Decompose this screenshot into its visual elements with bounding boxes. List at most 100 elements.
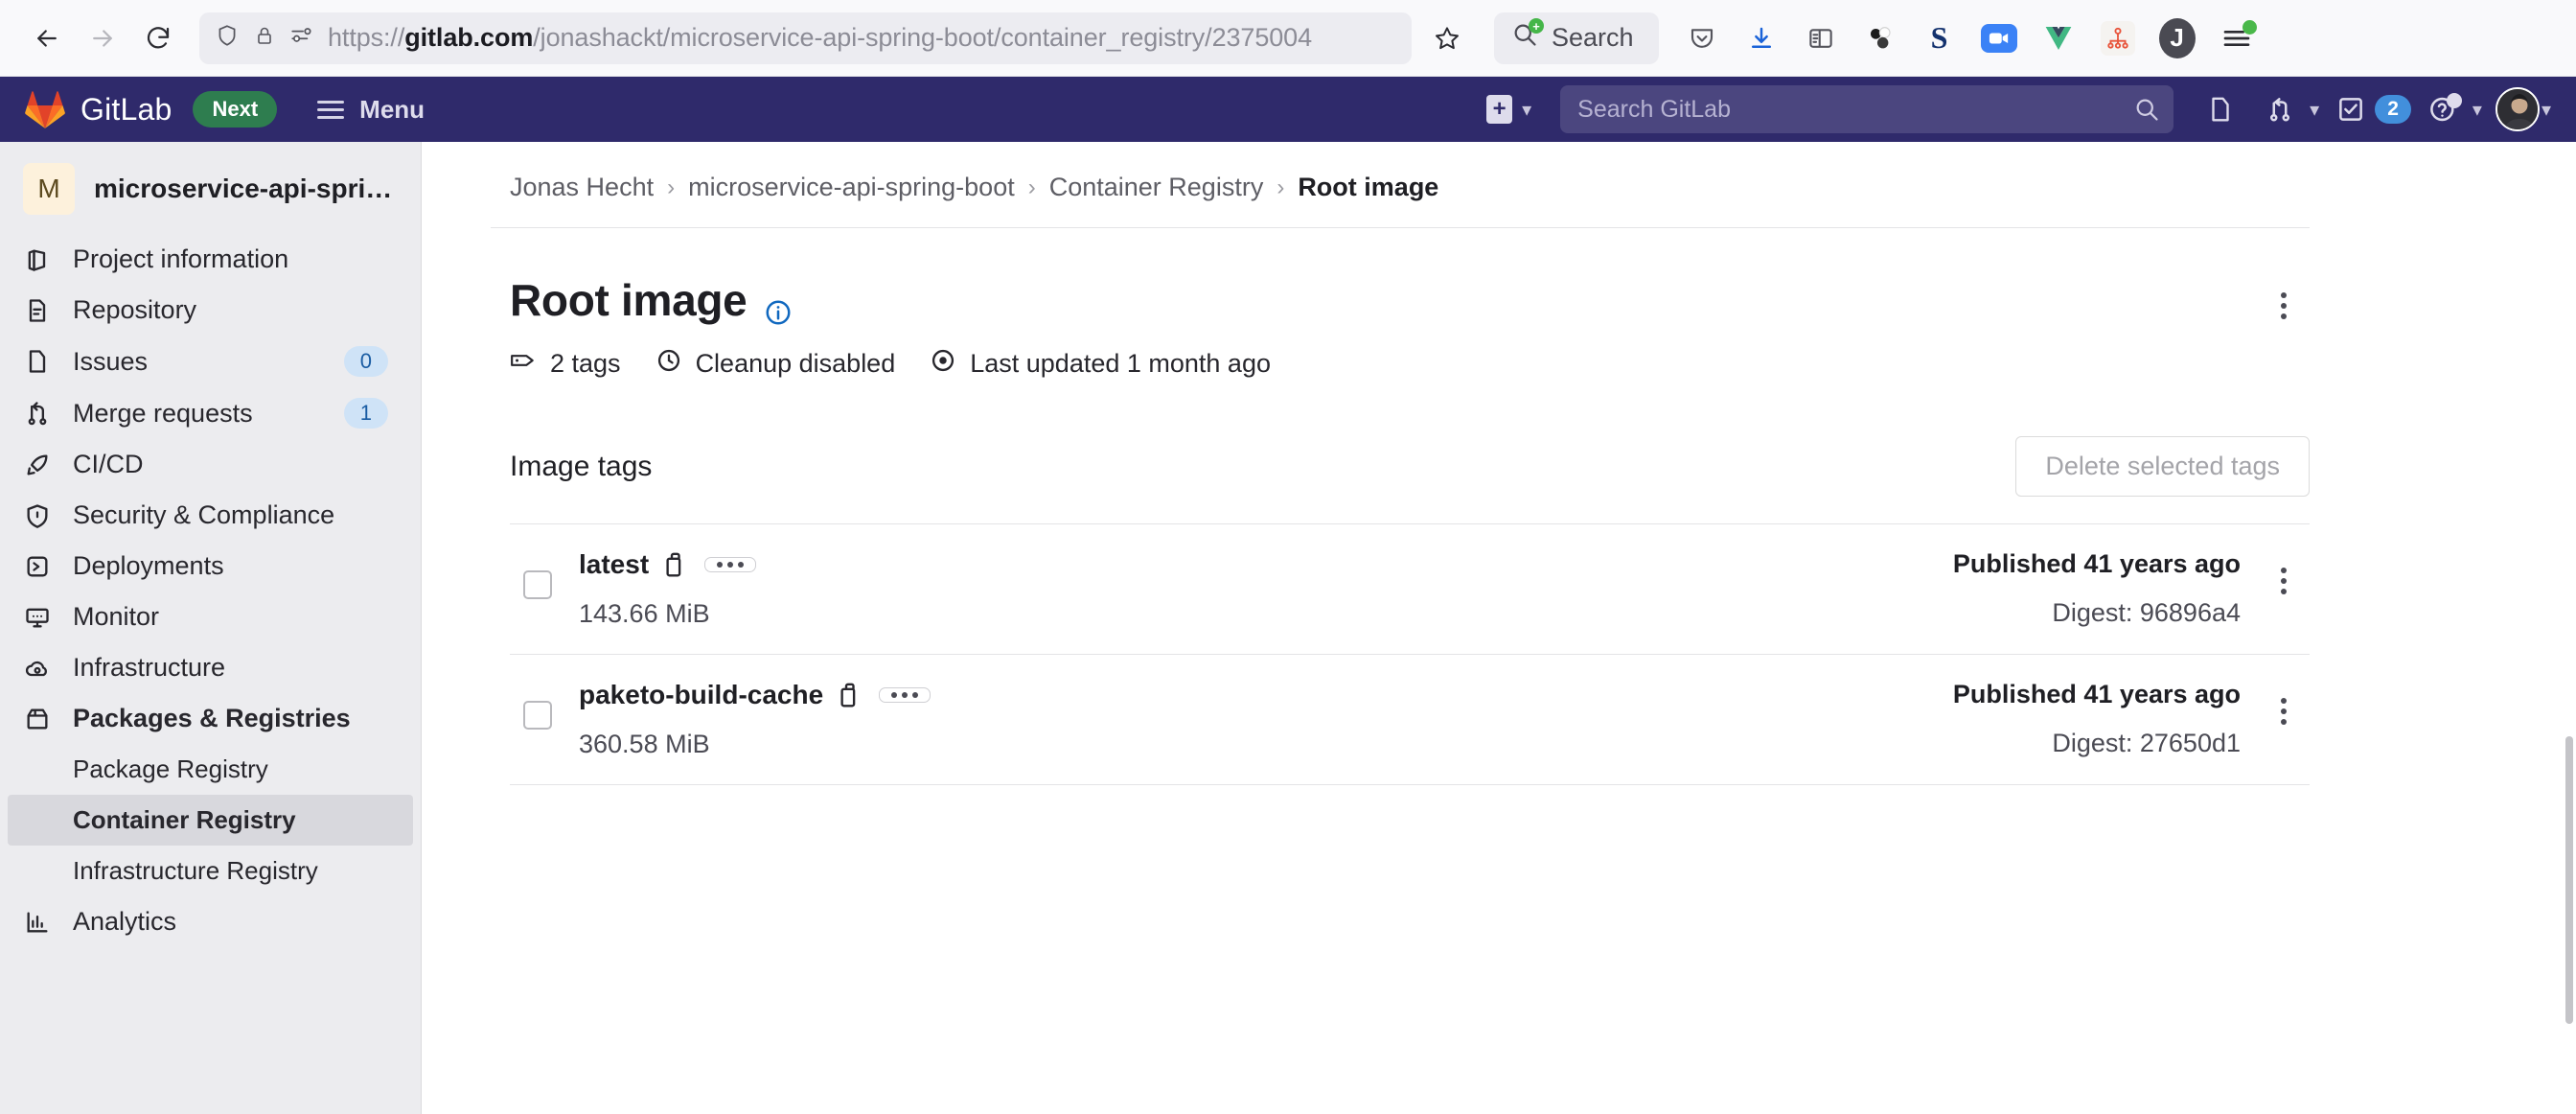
todos-nav-button[interactable]: 2 <box>2323 81 2411 137</box>
tag-select-checkbox[interactable] <box>523 570 552 599</box>
tag-more-info-badge[interactable] <box>879 687 932 703</box>
todo-count-badge: 2 <box>2375 95 2411 124</box>
gitlab-search-input[interactable] <box>1577 95 2134 124</box>
tag-size-label: 143.66 MiB <box>579 599 710 628</box>
tag-actions-menu[interactable] <box>2258 685 2310 737</box>
breadcrumb-item-container-registry[interactable]: Container Registry <box>1049 173 1264 202</box>
sidebar-item-packages-registries[interactable]: Packages & Registries <box>0 693 421 744</box>
star-icon[interactable] <box>1421 12 1473 64</box>
breadcrumb-item-project[interactable]: microservice-api-spring-boot <box>688 173 1015 202</box>
sidebar-item-security-compliance[interactable]: Security & Compliance <box>0 490 421 541</box>
merge-requests-count-badge: 1 <box>343 398 388 429</box>
image-metadata: 2 tags Cleanup disabled Last updated 1 m… <box>510 347 2258 381</box>
copy-icon[interactable] <box>839 681 863 709</box>
project-sidebar: M microservice-api-spri… Project informa… <box>0 142 422 1114</box>
zoom-extension-icon[interactable] <box>1973 12 2025 64</box>
image-tags-title: Image tags <box>510 450 653 482</box>
sidebar-subitem-label: Infrastructure Registry <box>73 856 318 885</box>
url-host: gitlab.com <box>404 23 534 52</box>
sidebar-item-repository[interactable]: Repository <box>0 285 421 336</box>
hamburger-icon <box>317 100 345 119</box>
breadcrumb-item-current: Root image <box>1298 173 1439 201</box>
breadcrumb-item-owner[interactable]: Jonas Hecht <box>510 173 654 202</box>
reload-icon[interactable] <box>132 12 184 64</box>
url-path: /jonashackt/microservice-api-spring-boot… <box>533 23 1312 52</box>
image-actions-menu[interactable] <box>2258 280 2310 332</box>
last-updated-meta: Last updated 1 month ago <box>930 347 1271 381</box>
issues-nav-button[interactable] <box>2193 81 2248 137</box>
tag-name-label: latest <box>579 549 650 579</box>
browser-search-box[interactable]: + Search <box>1494 12 1659 64</box>
sidebar-item-infrastructure-registry[interactable]: Infrastructure Registry <box>0 846 421 896</box>
scrollbar-thumb[interactable] <box>2565 736 2573 1024</box>
pocket-icon[interactable] <box>1676 12 1728 64</box>
vue-devtools-icon[interactable] <box>2033 12 2084 64</box>
update-dot-icon <box>2242 19 2257 35</box>
sidebar-item-container-registry[interactable]: Container Registry <box>8 795 413 846</box>
shield-icon <box>215 22 240 54</box>
sidebar-subitem-label: Package Registry <box>73 754 268 783</box>
search-icon <box>2136 99 2158 121</box>
sidebar-item-label: Repository <box>73 295 197 324</box>
tag-name-label: paketo-build-cache <box>579 680 824 709</box>
shield-icon <box>23 501 52 530</box>
download-icon[interactable] <box>1736 12 1787 64</box>
sidebar-icon[interactable] <box>1795 12 1847 64</box>
tag-size-label: 360.58 MiB <box>579 730 710 758</box>
sidebar-item-label: Security & Compliance <box>73 500 335 529</box>
main-menu-button[interactable]: Menu <box>317 95 425 125</box>
gitlab-search-box[interactable] <box>1560 85 2174 133</box>
app-menu-icon[interactable] <box>2211 12 2263 64</box>
search-add-badge: + <box>1529 18 1544 34</box>
sidebar-item-analytics[interactable]: Analytics <box>0 896 421 947</box>
main-content: Jonas Hecht › microservice-api-spring-bo… <box>422 142 2576 1114</box>
sidebar-item-monitor[interactable]: Monitor <box>0 592 421 642</box>
sidebar-item-project-information[interactable]: Project information <box>0 234 421 285</box>
info-icon[interactable] <box>764 286 793 325</box>
tag-actions-menu[interactable] <box>2258 555 2310 607</box>
chevron-right-icon: › <box>1027 174 1036 200</box>
create-new-button[interactable]: + ▾ <box>1477 95 1541 124</box>
sidebar-item-merge-requests[interactable]: Merge requests 1 <box>0 387 421 439</box>
chevron-down-icon: ▾ <box>1522 99 1532 121</box>
git-graph-extension-icon[interactable] <box>2092 12 2144 64</box>
help-icon <box>2415 81 2471 137</box>
gitlab-brand[interactable]: GitLab Next <box>25 89 278 129</box>
sidebar-item-infrastructure[interactable]: Infrastructure <box>0 642 421 693</box>
page-scrollbar[interactable] <box>2563 142 2576 1114</box>
chevron-down-icon: ▾ <box>2541 99 2551 121</box>
sidebar-project-header[interactable]: M microservice-api-spri… <box>0 142 421 234</box>
project-name-label: microservice-api-spri… <box>94 174 393 203</box>
sidebar-item-package-registry[interactable]: Package Registry <box>0 744 421 795</box>
user-menu-button[interactable]: ▾ <box>2495 87 2551 131</box>
help-nav-button[interactable]: ▾ <box>2415 81 2482 137</box>
gitlab-navbar-right: + ▾ ▾ 2 ▾ <box>1477 81 2551 137</box>
tag-select-checkbox[interactable] <box>523 701 552 730</box>
address-bar[interactable]: https://gitlab.com/jonashackt/microservi… <box>199 12 1412 64</box>
lock-icon <box>253 22 276 54</box>
copy-icon[interactable] <box>664 550 689 579</box>
sidebar-subitem-label: Container Registry <box>73 805 296 834</box>
page-title: Root image <box>510 274 2258 326</box>
merge-requests-nav-button[interactable]: ▾ <box>2252 81 2319 137</box>
cleanup-status-label: Cleanup disabled <box>695 349 896 378</box>
image-tags-header: Image tags Delete selected tags <box>491 381 2310 497</box>
help-notification-dot <box>2446 93 2462 108</box>
sidebar-item-deployments[interactable]: Deployments <box>0 541 421 592</box>
delete-selected-tags-button[interactable]: Delete selected tags <box>2015 436 2310 497</box>
sidebar-item-issues[interactable]: Issues 0 <box>0 336 421 387</box>
sidebar-item-cicd[interactable]: CI/CD <box>0 439 421 490</box>
eye-icon <box>930 347 956 381</box>
tag-more-info-badge[interactable] <box>704 557 757 572</box>
profile-avatar-icon[interactable]: J <box>2151 12 2203 64</box>
cloud-gear-icon <box>23 654 52 683</box>
s-extension-icon[interactable]: S <box>1914 12 1966 64</box>
url-text: https://gitlab.com/jonashackt/microservi… <box>328 23 1312 53</box>
back-arrow-icon[interactable] <box>21 12 73 64</box>
molecule-extension-icon[interactable] <box>1854 12 1906 64</box>
issues-count-badge: 0 <box>343 346 388 377</box>
reader-view-icon[interactable] <box>289 23 314 53</box>
next-badge[interactable]: Next <box>193 91 278 128</box>
forward-arrow-icon[interactable] <box>77 12 128 64</box>
main-menu-label: Menu <box>359 94 426 124</box>
